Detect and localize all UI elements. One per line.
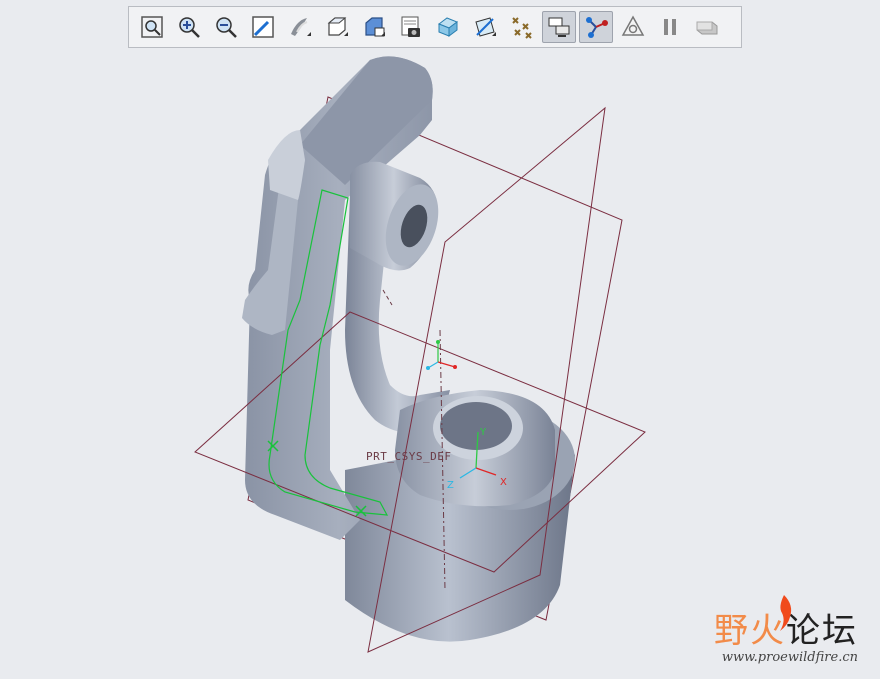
datum-points-button[interactable]	[505, 11, 539, 43]
view-manager-icon	[291, 18, 311, 36]
graphics-window[interactable]: PRT_CSYS_DEF Y X Z	[0, 0, 880, 675]
forum-watermark: 野火论坛 www.proewildfire.cn	[714, 595, 858, 665]
model-canvas[interactable]: PRT_CSYS_DEF Y X Z	[0, 0, 880, 675]
repaint-button[interactable]	[246, 11, 280, 43]
z-axis-label: Z	[447, 480, 454, 491]
zoom-out-icon	[216, 17, 237, 38]
saved-views-button[interactable]	[357, 11, 391, 43]
pause-button[interactable]	[653, 11, 687, 43]
repaint-icon	[252, 16, 274, 38]
x-axis-label: X	[500, 477, 507, 488]
flame-icon	[780, 595, 792, 631]
csys-display-icon	[621, 15, 645, 36]
zoom-out-button[interactable]	[209, 11, 243, 43]
annotation-display-button[interactable]	[542, 11, 576, 43]
csys-label: PRT_CSYS_DEF	[366, 450, 451, 463]
view-manager-button[interactable]	[283, 11, 317, 43]
annotation-display-icon	[548, 17, 570, 37]
saved-views-icon	[365, 17, 385, 37]
tools-icon	[696, 21, 718, 35]
display-style-icon	[327, 17, 348, 36]
csys-display-button[interactable]	[616, 11, 650, 43]
refit-icon	[141, 16, 163, 38]
datum-display-button[interactable]	[468, 11, 502, 43]
watermark-url: www.proewildfire.cn	[721, 650, 858, 665]
zoom-in-icon	[179, 17, 200, 38]
lower-boss[interactable]	[395, 390, 555, 507]
view-snapshot-icon	[401, 16, 420, 37]
datum-display-icon	[475, 17, 496, 37]
view-snapshot-button[interactable]	[394, 11, 428, 43]
section-button[interactable]	[431, 11, 465, 43]
pause-icon	[664, 19, 676, 35]
spin-center-icon	[586, 17, 608, 38]
section-icon	[437, 17, 459, 37]
display-style-button[interactable]	[320, 11, 354, 43]
refit-button[interactable]	[135, 11, 169, 43]
spin-center-button[interactable]	[579, 11, 613, 43]
view-toolbar	[128, 6, 742, 48]
zoom-in-button[interactable]	[172, 11, 206, 43]
upper-boss[interactable]	[350, 161, 448, 273]
tools-button[interactable]	[690, 11, 724, 43]
datum-points-icon	[512, 17, 532, 39]
y-axis-label: Y	[479, 427, 487, 438]
